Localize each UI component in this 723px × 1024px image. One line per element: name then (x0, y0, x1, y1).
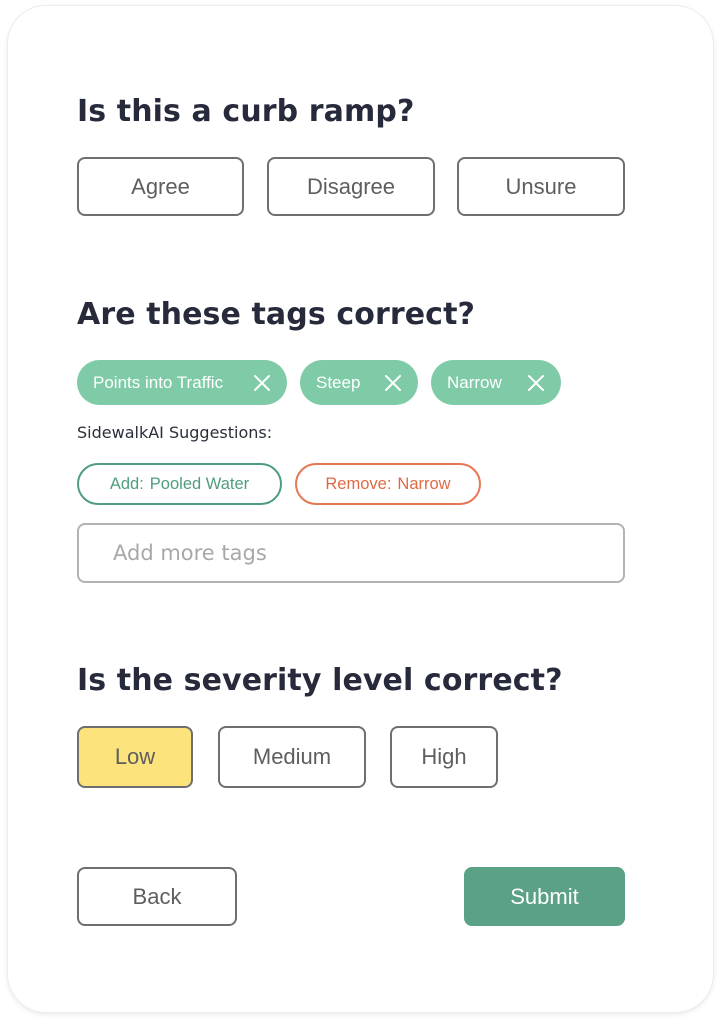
add-tags-input[interactable] (77, 523, 625, 583)
tag-label: Narrow (447, 372, 502, 392)
suggestion-tag: Pooled Water (149, 474, 250, 493)
suggestion-tag: Narrow (397, 474, 451, 493)
close-icon[interactable] (253, 374, 271, 392)
severity-question: Is the severity level correct? (77, 663, 563, 698)
curb-ramp-question: Is this a curb ramp? (77, 94, 415, 129)
close-icon[interactable] (527, 374, 545, 392)
back-button[interactable]: Back (77, 867, 237, 926)
tag-steep: Steep (300, 360, 418, 405)
submit-button[interactable]: Submit (464, 867, 625, 926)
suggestion-action: Add: (109, 474, 144, 493)
severity-medium-button[interactable]: Medium (218, 726, 366, 788)
unsure-button[interactable]: Unsure (457, 157, 625, 216)
suggestions-label: SidewalkAI Suggestions: (77, 423, 273, 442)
tag-narrow: Narrow (431, 360, 561, 405)
tag-label: Steep (316, 372, 361, 392)
disagree-button[interactable]: Disagree (267, 157, 435, 216)
close-icon[interactable] (384, 374, 402, 392)
tag-points-into-traffic: Points into Traffic (77, 360, 287, 405)
severity-low-button[interactable]: Low (77, 726, 193, 788)
tag-label: Points into Traffic (93, 372, 224, 392)
severity-high-button[interactable]: High (390, 726, 498, 788)
suggestion-add-pooled-water[interactable]: Add: Pooled Water (77, 463, 282, 505)
suggestion-remove-narrow[interactable]: Remove: Narrow (295, 463, 481, 505)
tags-question: Are these tags correct? (77, 297, 476, 332)
agree-button[interactable]: Agree (77, 157, 244, 216)
suggestion-action: Remove: (325, 474, 392, 493)
